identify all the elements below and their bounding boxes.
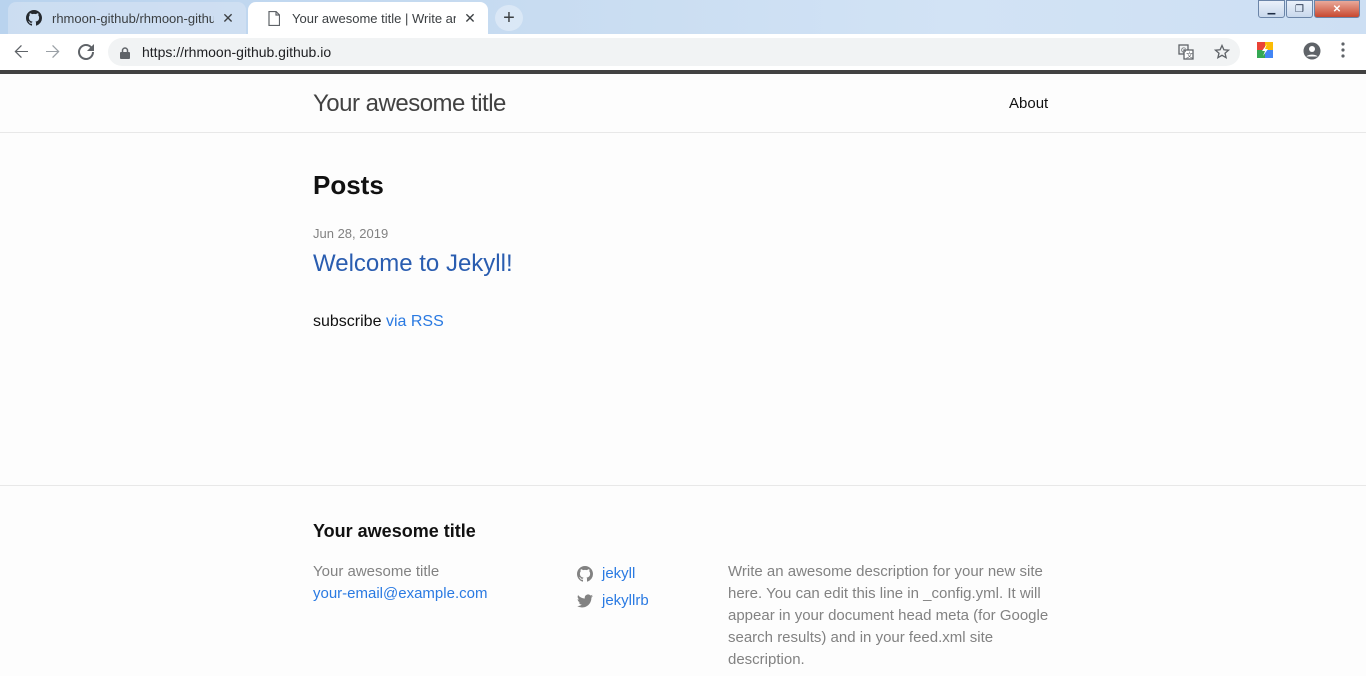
page-heading: Posts [313, 170, 384, 200]
back-icon[interactable] [9, 40, 33, 64]
post-title-link[interactable]: Welcome to Jekyll! [313, 250, 513, 278]
footer-social: jekyll jekyllrb [577, 560, 649, 614]
url-text: https://rhmoon-github.github.io [142, 44, 332, 60]
subscribe-text: subscribe [313, 313, 382, 330]
rss-link[interactable]: via RSS [386, 313, 444, 330]
post-date: Jun 28, 2019 [313, 226, 389, 241]
nav-about-link[interactable]: About [1009, 95, 1048, 112]
github-icon [26, 10, 42, 26]
site-description: Write an awesome description for your ne… [728, 563, 1049, 668]
tab-github[interactable]: rhmoon-github/rhmoon-github ✕ [8, 2, 246, 34]
twitter-username: jekyllrb [602, 592, 649, 609]
github-link[interactable]: jekyll [577, 560, 649, 587]
github-icon [577, 565, 593, 582]
footer-contact: Your awesome title your-email@example.co… [313, 561, 487, 605]
new-tab-button[interactable]: + [495, 5, 523, 31]
window-controls: ▁ ❐ ✕ [1257, 0, 1360, 18]
minimize-icon[interactable]: ▁ [1258, 0, 1285, 18]
footer-name: Your awesome title [313, 563, 440, 580]
tab-current[interactable]: Your awesome title | Write an ✕ [248, 2, 488, 34]
twitter-link[interactable]: jekyllrb [577, 587, 649, 614]
subscribe-line: subscribe via RSS [313, 313, 444, 331]
close-icon[interactable]: ✕ [462, 10, 478, 26]
lock-icon [120, 46, 130, 64]
browser-toolbar: https://rhmoon-github.github.io G文 [0, 34, 1366, 70]
site-title-link[interactable]: Your awesome title [313, 90, 506, 118]
footer-heading: Your awesome title [313, 521, 476, 541]
forward-icon[interactable] [41, 40, 65, 64]
star-icon[interactable] [1213, 43, 1231, 65]
twitter-icon [577, 593, 593, 607]
translate-icon[interactable]: G文 [1178, 44, 1194, 65]
browser-tab-strip: rhmoon-github/rhmoon-github ✕ Your aweso… [0, 0, 1366, 34]
extension-icon[interactable] [1257, 42, 1273, 63]
page-icon [266, 10, 282, 26]
restore-icon[interactable]: ❐ [1286, 0, 1313, 18]
close-icon[interactable]: ✕ [220, 10, 236, 26]
site-header: Your awesome title About [0, 74, 1366, 133]
address-bar[interactable]: https://rhmoon-github.github.io G文 [108, 38, 1240, 66]
site-footer: Your awesome title Your awesome title yo… [0, 485, 1366, 676]
tab-title: Your awesome title | Write an [292, 10, 456, 26]
profile-icon[interactable] [1303, 42, 1321, 65]
tab-title: rhmoon-github/rhmoon-github [52, 10, 214, 26]
menu-icon[interactable] [1340, 42, 1346, 63]
github-username: jekyll [602, 565, 636, 582]
window-close-icon[interactable]: ✕ [1314, 0, 1360, 18]
email-link[interactable]: your-email@example.com [313, 585, 487, 602]
reload-icon[interactable] [74, 40, 98, 64]
svg-text:文: 文 [1186, 51, 1193, 60]
